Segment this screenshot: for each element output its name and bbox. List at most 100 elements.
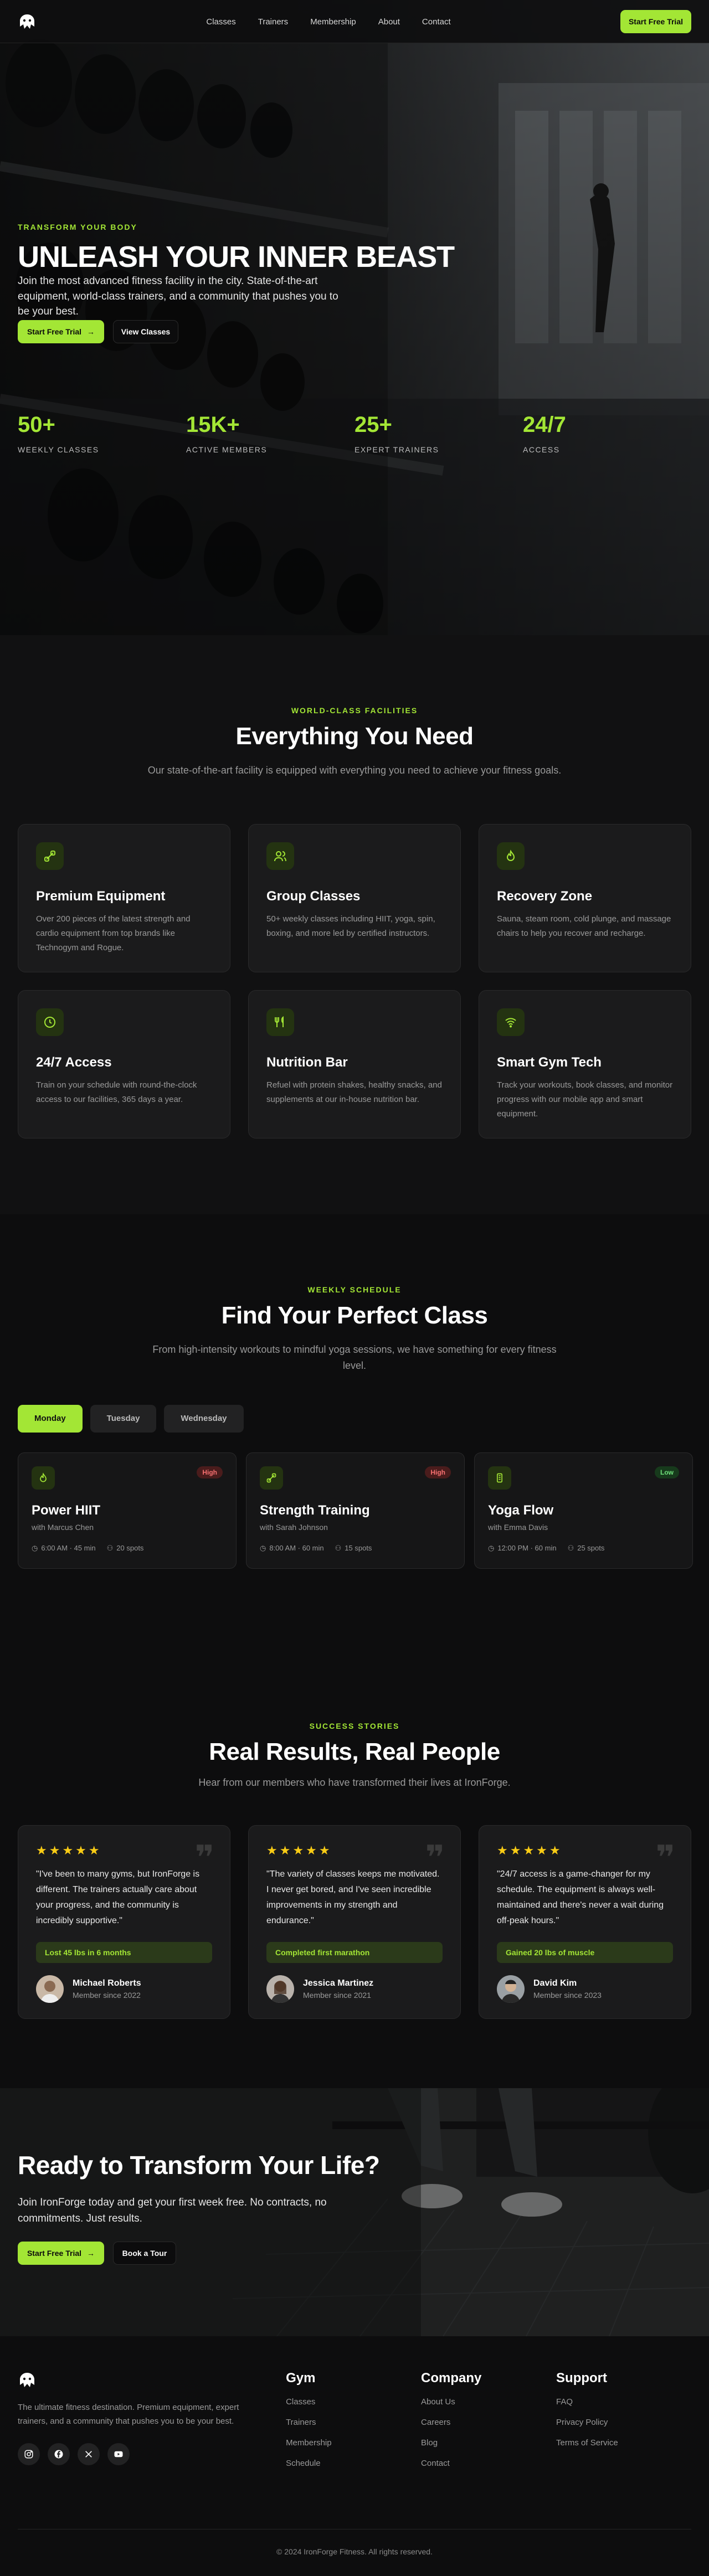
facebook-icon[interactable] [48,2443,70,2465]
facilities-eyebrow: WORLD-CLASS FACILITIES [291,706,418,715]
hero-title: UNLEASH YOUR INNER BEAST [18,240,455,274]
class-time: 6:00 AM · 45 min [41,1544,96,1553]
stat-active-members: 15K+ ACTIVE MEMBERS [186,413,268,454]
class-spots: 15 spots [345,1544,372,1553]
footer-link-classes[interactable]: Classes [286,2397,421,2407]
results-description: Hear from our members who have transform… [198,1777,511,1788]
tab-monday[interactable]: Monday [18,1404,83,1433]
facility-text: Track your workouts, book classes, and m… [497,1080,673,1119]
logo-icon[interactable] [18,12,37,31]
flame-icon [32,1466,55,1490]
logo-icon[interactable] [18,2371,37,2389]
member-since: Member since 2022 [73,1990,141,2000]
hero-view-classes-button[interactable]: View Classes [113,320,178,343]
class-instructor: with Sarah Johnson [260,1522,328,1532]
member-name: Jessica Martinez [303,1978,374,1988]
results-eyebrow: SUCCESS STORIES [309,1722,400,1730]
wifi-icon [497,1008,525,1036]
class-time: 8:00 AM · 60 min [269,1544,324,1553]
facilities-section: WORLD-CLASS FACILITIES Everything You Ne… [0,635,709,1214]
class-card[interactable]: Low Yoga Flow with Emma Davis ◷ 12:00 PM … [474,1452,693,1569]
facility-title: Recovery Zone [497,888,593,904]
footer-link-trainers[interactable]: Trainers [286,2418,421,2427]
footer-link-faq[interactable]: FAQ [556,2397,691,2407]
nav-link-about[interactable]: About [378,17,400,27]
testimonial-card: ★★★★★ ❞ "I've been to many gyms, but Iro… [18,1825,230,2019]
clock-icon [36,1008,64,1036]
results-section: SUCCESS STORIES Real Results, Real Peopl… [0,1695,709,2088]
class-grid: High Power HIIT with Marcus Chen ◷ 6:00 A… [18,1452,693,1569]
footer-link-blog[interactable]: Blog [421,2438,556,2448]
testimonial-quote: "24/7 access is a game-changer for my sc… [497,1869,664,1925]
facility-card: Recovery Zone Sauna, steam room, cold pl… [479,823,691,972]
cta-book-tour-button[interactable]: Book a Tour [113,2241,176,2265]
stat-weekly-classes: 50+ WEEKLY CLASSES [18,413,99,454]
footer-link-about[interactable]: About Us [421,2397,556,2407]
hero-description: Join the most advanced fitness facility … [18,275,338,318]
hero-start-trial-label: Start Free Trial [27,327,82,336]
testimonial-grid: ★★★★★ ❞ "I've been to many gyms, but Iro… [18,1825,691,2019]
class-title: Strength Training [260,1502,370,1518]
nav-cta-button[interactable]: Start Free Trial [620,10,691,33]
class-spots: 25 spots [577,1544,605,1553]
clock-icon: ◷ [488,1543,495,1552]
member-since: Member since 2023 [533,1990,602,2000]
footer-link-contact[interactable]: Contact [421,2459,556,2468]
clock-icon: ◷ [260,1543,266,1552]
facility-title: 24/7 Access [36,1054,112,1070]
star-rating: ★★★★★ [497,1843,563,1857]
instagram-icon[interactable] [18,2443,40,2465]
nav-link-classes[interactable]: Classes [206,17,235,27]
quote-icon: ❞ [194,1838,214,1876]
facility-title: Group Classes [266,888,361,904]
class-card[interactable]: High Strength Training with Sarah Johnso… [246,1452,465,1569]
tab-wednesday[interactable]: Wednesday [164,1404,244,1433]
quote-icon: ❞ [655,1838,675,1876]
hero-eyebrow: TRANSFORM YOUR BODY [18,223,137,231]
facility-card: 24/7 Access Train on your schedule with … [18,990,230,1138]
users-icon: ⚇ [335,1543,342,1552]
youtube-icon[interactable] [107,2443,130,2465]
facilities-title: Everything You Need [235,723,474,750]
nav-link-membership[interactable]: Membership [310,17,356,27]
facility-title: Premium Equipment [36,888,166,904]
nav-link-trainers[interactable]: Trainers [258,17,288,27]
hero-start-trial-button[interactable]: Start Free Trial → [18,320,104,343]
avatar [497,1975,525,2003]
arrow-right-icon: → [87,327,95,336]
class-card[interactable]: High Power HIIT with Marcus Chen ◷ 6:00 A… [18,1452,237,1569]
hero-stats: 50+ WEEKLY CLASSES 15K+ ACTIVE MEMBERS 25+… [18,413,691,454]
footer-link-careers[interactable]: Careers [421,2418,556,2427]
users-icon [266,842,294,870]
facility-title: Nutrition Bar [266,1054,348,1070]
flame-icon [497,842,525,870]
quote-icon: ❞ [425,1838,445,1876]
footer-col-gym: Gym Classes Trainers Membership Schedule [286,2371,421,2468]
nav-links: Classes Trainers Membership About Contac… [206,17,450,27]
testimonial-card: ★★★★★ ❞ "24/7 access is a game-changer f… [479,1825,691,2019]
hero-section: TRANSFORM YOUR BODY UNLEASH YOUR INNER B… [0,0,709,635]
class-title: Yoga Flow [488,1502,554,1518]
intensity-badge: Low [655,1466,679,1478]
users-icon: ⚇ [567,1543,574,1552]
social-links [18,2443,286,2465]
x-twitter-icon[interactable] [78,2443,100,2465]
footer-link-privacy[interactable]: Privacy Policy [556,2418,691,2427]
footer-link-schedule[interactable]: Schedule [286,2459,421,2468]
facility-text: Refuel with protein shakes, healthy snac… [266,1080,442,1105]
footer-col-title: Gym [286,2371,316,2386]
testimonial-card: ★★★★★ ❞ "The variety of classes keeps me… [248,1825,461,2019]
footer-link-terms[interactable]: Terms of Service [556,2438,691,2448]
footer-link-membership[interactable]: Membership [286,2438,421,2448]
facility-text: Sauna, steam room, cold plunge, and mass… [497,914,671,939]
facilities-grid: Premium Equipment Over 200 pieces of the… [18,823,691,1138]
facility-card: Group Classes 50+ weekly classes includi… [248,823,461,972]
facility-title: Smart Gym Tech [497,1054,602,1070]
class-time: 12:00 PM · 60 min [497,1544,557,1553]
nav-link-contact[interactable]: Contact [422,17,451,27]
tab-tuesday[interactable]: Tuesday [90,1404,157,1433]
class-instructor: with Marcus Chen [32,1522,94,1532]
cta-start-trial-button[interactable]: Start Free Trial → [18,2241,104,2265]
facilities-description: Our state-of-the-art facility is equippe… [147,765,562,776]
users-icon: ⚇ [106,1543,114,1552]
